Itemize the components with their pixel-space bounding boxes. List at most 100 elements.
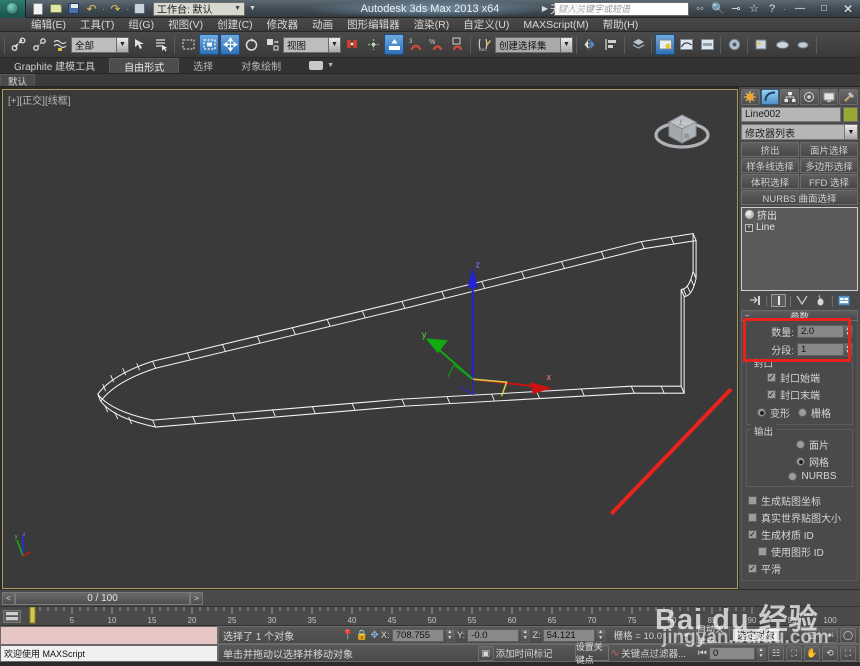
select-by-name-icon[interactable] [151, 34, 171, 55]
use-shapeid-checkbox[interactable] [758, 547, 767, 556]
named-selection-set-combo[interactable]: 创建选择集 ▼ [495, 36, 573, 53]
qat-overflow-icon[interactable]: ▼ [249, 5, 256, 12]
save-file-icon[interactable] [66, 1, 81, 16]
cap-end-row[interactable]: ✓ 封口末端 [767, 387, 848, 402]
coord-y-field[interactable]: -0.0 [467, 628, 520, 642]
plus-box-icon[interactable]: + [745, 223, 753, 232]
ribbon-tab-freeform[interactable]: 自由形式 [109, 58, 180, 74]
select-link-icon[interactable] [8, 34, 28, 55]
viewcube[interactable]: 上 前 [651, 102, 713, 160]
cap-end-checkbox[interactable]: ✓ [767, 390, 776, 399]
select-and-manipulate-icon[interactable] [363, 34, 383, 55]
app-logo-button[interactable] [0, 0, 26, 18]
cap-start-row[interactable]: ✓ 封口始端 [767, 370, 848, 385]
open-mini-curve-editor-button[interactable] [3, 610, 21, 623]
key-filters-label[interactable]: 关键点过滤器... [621, 646, 686, 660]
absolute-relative-icon[interactable]: ✥ [370, 630, 378, 641]
utilities-tab[interactable] [839, 89, 859, 105]
display-tab[interactable] [819, 89, 839, 105]
output-mesh-row[interactable]: 网格 [777, 454, 848, 469]
menu-item-5[interactable]: 修改器 [260, 18, 306, 32]
track-bar[interactable]: 5 10 15 20 25 30 35 40 45 50 55 60 65 70 75 80 85 90… [0, 606, 860, 625]
coord-y-spinner[interactable]: ▲ ▼ [521, 628, 531, 642]
modifier-button-extrude[interactable]: 挤出 [741, 142, 799, 157]
modifier-button-nurbs-select[interactable]: NURBS 曲面选择 [741, 190, 858, 205]
maxscript-listener[interactable] [0, 626, 218, 645]
menu-item-11[interactable]: 帮助(H) [596, 18, 646, 32]
menu-item-4[interactable]: 创建(C) [210, 18, 260, 32]
select-and-rotate-icon[interactable] [241, 34, 261, 55]
lock-selection-icon[interactable]: 🔒 [356, 630, 368, 641]
key-filter-curve-icon[interactable]: ∿ [611, 648, 619, 659]
time-configuration-icon[interactable]: ☷ [768, 645, 784, 661]
close-button[interactable]: ✕ [838, 2, 858, 16]
menu-item-9[interactable]: 自定义(U) [456, 18, 516, 32]
bind-space-warp-icon[interactable] [50, 34, 70, 55]
viewport-orthographic[interactable]: [+][正交][线框] z y x 上 前 y z [2, 89, 738, 589]
stack-item-extrude[interactable]: 挤出 [742, 208, 857, 222]
maximize-viewport-icon[interactable]: ◫ [804, 627, 820, 643]
modifier-button-patch-select[interactable]: 面片选择 [800, 142, 858, 157]
gen-mapping-row[interactable]: 生成贴图坐标 [748, 493, 853, 508]
redo-dropdown-icon[interactable]: · [126, 4, 129, 14]
output-patch-row[interactable]: 面片 [777, 437, 848, 452]
object-name-field[interactable]: Line002 [741, 107, 841, 122]
undo-icon[interactable]: ↶ [84, 1, 99, 16]
snap-toggle-icon[interactable] [384, 34, 404, 55]
minimize-button[interactable]: — [790, 2, 810, 16]
select-object-icon[interactable] [130, 34, 150, 55]
help-icon[interactable]: ? [765, 3, 779, 15]
morph-radio-row[interactable]: 变形 [757, 405, 790, 420]
make-unique-icon[interactable] [795, 294, 810, 307]
ribbon-tab-graphite[interactable]: Graphite 建模工具 [0, 58, 109, 73]
unlink-icon[interactable] [29, 34, 49, 55]
menu-item-6[interactable]: 动画 [305, 18, 340, 32]
material-editor-icon[interactable] [655, 34, 675, 55]
align-icon[interactable] [601, 34, 621, 55]
object-color-swatch[interactable] [843, 107, 858, 122]
create-tab[interactable] [741, 89, 760, 105]
show-end-result-icon[interactable] [771, 294, 787, 307]
real-world-checkbox[interactable] [748, 513, 757, 522]
selection-filter-combo[interactable]: 全部 ▼ [71, 36, 129, 53]
gen-matid-checkbox[interactable]: ✓ [748, 530, 757, 539]
render-setup-icon[interactable] [724, 34, 744, 55]
coord-x-spinner[interactable]: ▲ ▼ [445, 628, 455, 642]
cap-start-checkbox[interactable]: ✓ [767, 373, 776, 382]
morph-radio[interactable] [757, 408, 766, 417]
hand-pan-icon[interactable]: ✋ [804, 645, 820, 661]
help-dropdown-icon[interactable]: · [783, 4, 786, 14]
current-frame-field[interactable]: 0 / 100 [15, 591, 190, 605]
remove-modifier-icon[interactable] [813, 294, 828, 307]
pin-stack-icon[interactable] [747, 294, 762, 307]
layer-manager-icon[interactable] [628, 34, 648, 55]
selected-objects-combo[interactable]: 选定对象 [731, 628, 780, 642]
magnifier-icon[interactable]: 🔍 [711, 2, 725, 15]
modifier-button-ffd-select[interactable]: FFD 选择 [800, 174, 858, 189]
ribbon-tab-selection[interactable]: 选择 [179, 58, 227, 73]
smooth-row[interactable]: ✓ 平滑 [748, 561, 853, 576]
configure-modifier-sets-icon[interactable] [837, 294, 852, 307]
auto-key-button[interactable]: 自动关键点 [695, 624, 730, 647]
output-nurbs-row[interactable]: NURBS [777, 471, 848, 482]
ribbon-subtab-default[interactable]: 默认 [0, 74, 36, 88]
menu-item-1[interactable]: 工具(T) [73, 18, 121, 32]
use-pivot-point-center-icon[interactable] [342, 34, 362, 55]
zoom-extents-icon[interactable]: ⛶ [786, 645, 802, 661]
mirror-icon[interactable] [580, 34, 600, 55]
output-patch-radio[interactable] [796, 440, 805, 449]
quick-render-icon[interactable] [793, 34, 813, 55]
menu-item-0[interactable]: 编辑(E) [24, 18, 73, 32]
spinner-snap-icon[interactable] [447, 34, 467, 55]
add-time-tag-icon[interactable]: ▣ [477, 645, 494, 661]
select-and-scale-icon[interactable] [262, 34, 282, 55]
next-frame-button[interactable]: > [190, 591, 203, 605]
menu-item-2[interactable]: 组(G) [121, 18, 161, 32]
reference-coordinate-combo[interactable]: 视图 ▼ [283, 36, 341, 53]
pin-stack-status-icon[interactable]: 📍 [341, 630, 353, 641]
grid-radio[interactable] [798, 408, 807, 417]
menu-item-3[interactable]: 视图(V) [161, 18, 210, 32]
rectangular-selection-region-icon[interactable] [178, 34, 198, 55]
new-file-icon[interactable] [30, 1, 45, 16]
maxscript-mini-listener[interactable]: 欢迎使用 MAXScript [0, 645, 218, 662]
